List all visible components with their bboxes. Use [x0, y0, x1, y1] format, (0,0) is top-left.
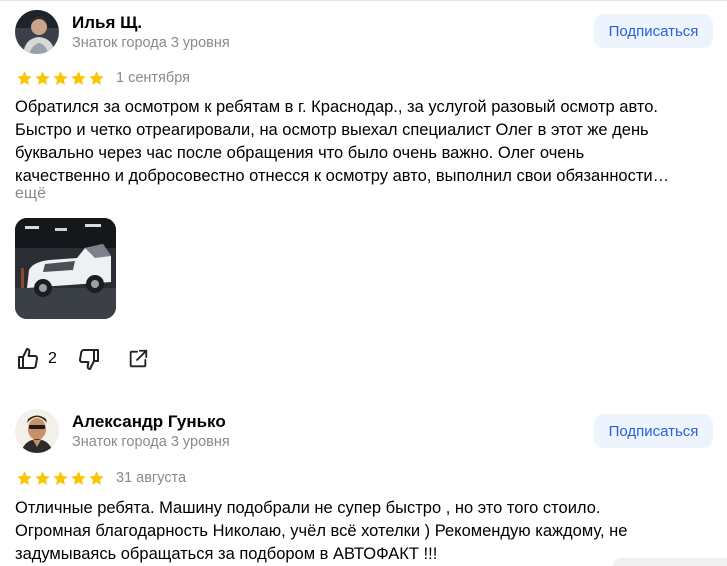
author-level: Знаток города 3 уровня	[72, 35, 230, 51]
thumbs-down-icon	[78, 349, 99, 370]
review-actions: 2	[16, 347, 149, 371]
subscribe-button[interactable]: Подписаться	[594, 14, 713, 48]
star-icon	[89, 471, 104, 485]
star-icon	[53, 71, 68, 85]
subscribe-button[interactable]: Подписаться	[594, 414, 713, 448]
review-text-line: качественно и добросовестно отнесся к ос…	[15, 167, 670, 185]
avatar[interactable]	[15, 10, 59, 54]
like-count: 2	[48, 350, 57, 367]
dislike-button[interactable]	[77, 347, 101, 371]
review-text-line: Обратился за осмотром к ребятам в г. Кра…	[15, 98, 658, 116]
top-divider	[0, 0, 727, 1]
star-icon	[35, 471, 50, 485]
star-icon	[35, 71, 50, 85]
star-icon	[89, 71, 104, 85]
review-text: Отличные ребята. Машину подобрали не суп…	[15, 497, 720, 566]
read-more-link[interactable]: ещё	[15, 185, 46, 203]
share-icon	[129, 349, 148, 368]
star-icon	[71, 71, 86, 85]
review-text-line: Отличные ребята. Машину подобрали не суп…	[15, 499, 601, 517]
author-name[interactable]: Илья Щ.	[72, 13, 142, 33]
author-level: Знаток города 3 уровня	[72, 434, 230, 450]
share-button[interactable]	[127, 348, 149, 370]
star-icon	[53, 471, 68, 485]
thumbs-up-icon	[18, 348, 38, 369]
avatar[interactable]	[15, 409, 59, 453]
like-button[interactable]: 2	[16, 347, 57, 371]
review-date: 1 сентября	[116, 70, 190, 86]
rating-stars	[16, 70, 105, 87]
review-photo[interactable]	[15, 218, 116, 319]
author-name[interactable]: Александр Гунько	[72, 412, 226, 432]
rating-stars	[16, 470, 105, 487]
review-date: 31 августа	[116, 470, 187, 486]
bottom-edge-shadow	[613, 558, 727, 566]
review-text-line: буквально через час после обращения что …	[15, 144, 585, 162]
star-icon	[17, 471, 32, 485]
review-text: Обратился за осмотром к ребятам в г. Кра…	[15, 96, 720, 188]
star-icon	[71, 471, 86, 485]
review-text-line: Огромная благодарность Николаю, учёл всё…	[15, 522, 628, 540]
star-icon	[17, 71, 32, 85]
review-text-line: Быстро и четко отреагировали, на осмотр …	[15, 121, 649, 139]
